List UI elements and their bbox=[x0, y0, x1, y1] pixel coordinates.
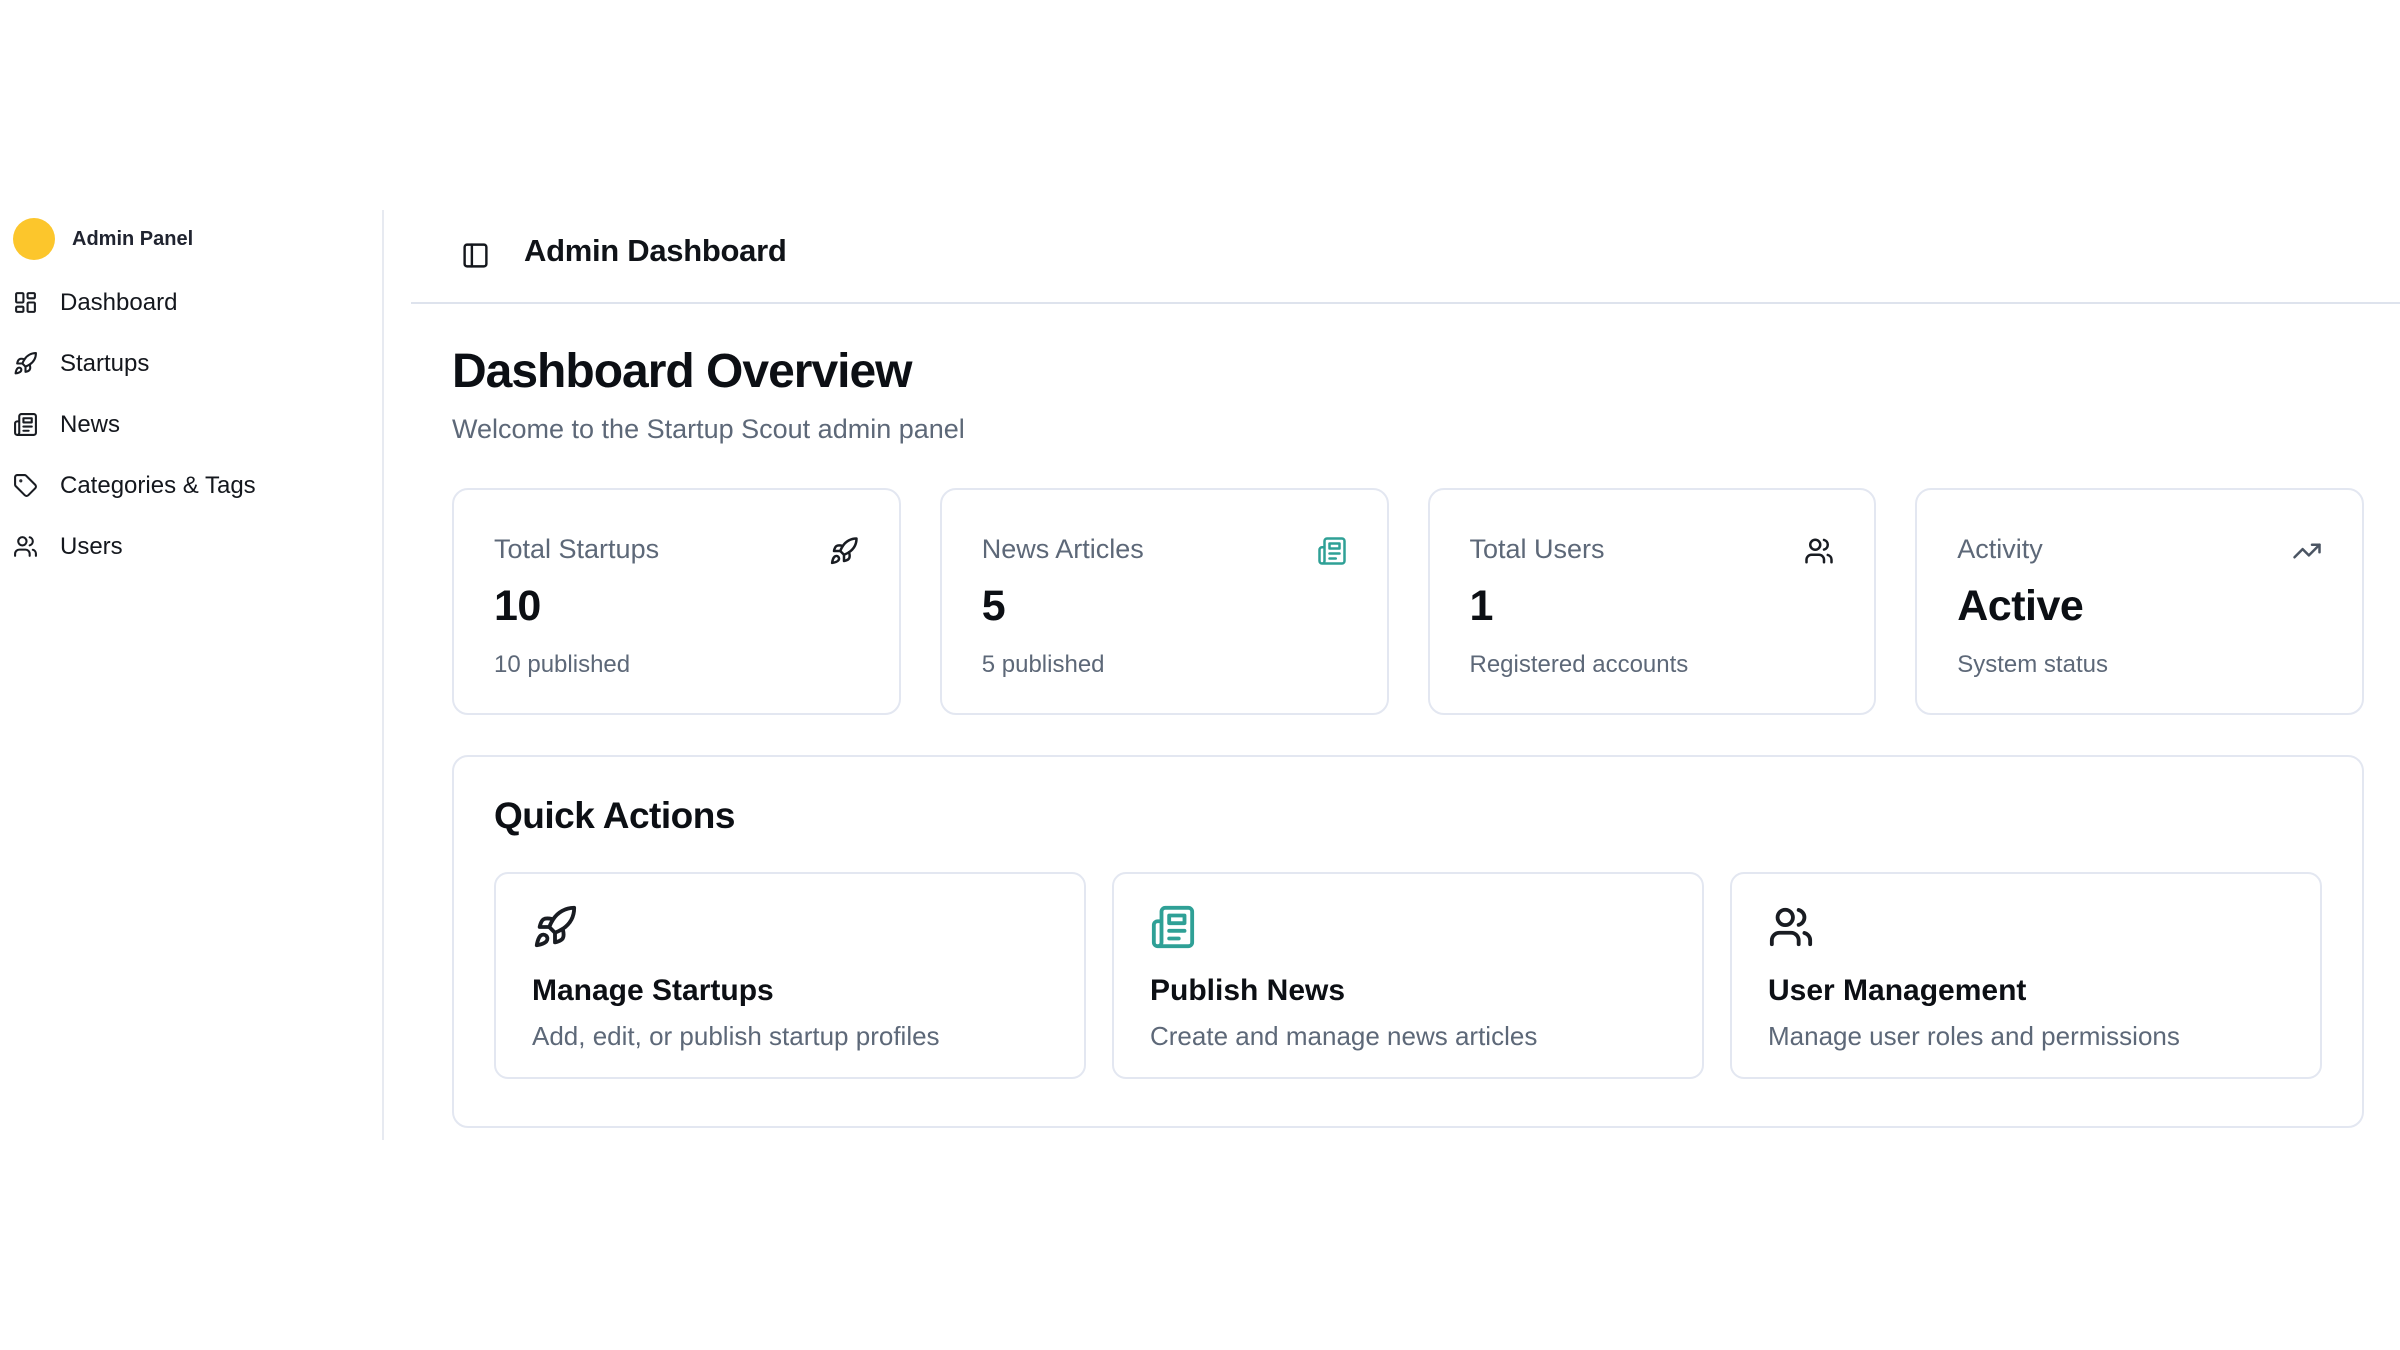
stat-card-total-users: Total Users 1 Registered accounts bbox=[1428, 488, 1877, 715]
stat-card-header: Activity bbox=[1957, 534, 2322, 566]
stat-card-activity: Activity Active System status bbox=[1915, 488, 2364, 715]
newspaper-icon bbox=[13, 412, 38, 437]
quick-action-title: Manage Startups bbox=[532, 974, 1048, 1008]
stat-label: Total Startups bbox=[494, 534, 659, 565]
stat-value: Active bbox=[1957, 582, 2322, 631]
stat-card-header: News Articles bbox=[982, 534, 1347, 566]
stat-label: Total Users bbox=[1470, 534, 1605, 565]
stat-label: Activity bbox=[1957, 534, 2043, 565]
quick-action-title: User Management bbox=[1768, 974, 2284, 1008]
stat-value: 1 bbox=[1470, 582, 1835, 631]
quick-action-description: Create and manage news articles bbox=[1150, 1021, 1666, 1052]
sidebar-item-label: News bbox=[60, 411, 120, 439]
quick-action-description: Add, edit, or publish startup profiles bbox=[532, 1021, 1048, 1052]
page-subtitle: Welcome to the Startup Scout admin panel bbox=[452, 414, 965, 445]
sidebar-item-startups[interactable]: Startups bbox=[13, 333, 382, 394]
stat-subtext: System status bbox=[1957, 651, 2322, 679]
quick-action-publish-news[interactable]: Publish News Create and manage news arti… bbox=[1112, 872, 1704, 1079]
stat-value: 5 bbox=[982, 582, 1347, 631]
rocket-icon bbox=[829, 536, 859, 566]
tag-icon bbox=[13, 473, 38, 498]
stat-value: 10 bbox=[494, 582, 859, 631]
stat-subtext: 10 published bbox=[494, 651, 859, 679]
stat-card-header: Total Startups bbox=[494, 534, 859, 566]
page-title: Dashboard Overview bbox=[452, 344, 912, 399]
sidebar-item-categories-tags[interactable]: Categories & Tags bbox=[13, 455, 382, 516]
brand-logo-circle bbox=[13, 218, 55, 260]
quick-action-user-management[interactable]: User Management Manage user roles and pe… bbox=[1730, 872, 2322, 1079]
stat-subtext: Registered accounts bbox=[1470, 651, 1835, 679]
quick-actions-title: Quick Actions bbox=[494, 795, 2322, 837]
sidebar-item-label: Users bbox=[60, 533, 123, 561]
users-icon bbox=[13, 534, 38, 559]
sidebar-toggle-button[interactable] bbox=[461, 238, 495, 272]
users-icon bbox=[1768, 904, 1814, 950]
brand-name: Admin Panel bbox=[72, 228, 193, 251]
stat-card-header: Total Users bbox=[1470, 534, 1835, 566]
stat-label: News Articles bbox=[982, 534, 1144, 565]
quick-action-title: Publish News bbox=[1150, 974, 1666, 1008]
quick-action-manage-startups[interactable]: Manage Startups Add, edit, or publish st… bbox=[494, 872, 1086, 1079]
panel-left-icon bbox=[461, 241, 490, 270]
rocket-icon bbox=[532, 904, 578, 950]
sidebar: Admin Panel Dashboard Startups News Cate… bbox=[0, 210, 384, 1140]
stat-card-total-startups: Total Startups 10 10 published bbox=[452, 488, 901, 715]
sidebar-item-label: Categories & Tags bbox=[60, 472, 256, 500]
admin-dashboard-page: Admin Panel Dashboard Startups News Cate… bbox=[0, 0, 2400, 1350]
quick-actions-grid: Manage Startups Add, edit, or publish st… bbox=[494, 872, 2322, 1079]
stat-card-news-articles: News Articles 5 5 published bbox=[940, 488, 1389, 715]
header-divider bbox=[411, 302, 2400, 304]
quick-actions-panel: Quick Actions Manage Startups Add, edit,… bbox=[452, 755, 2364, 1128]
sidebar-item-users[interactable]: Users bbox=[13, 516, 382, 577]
stats-row: Total Startups 10 10 published News Arti… bbox=[452, 488, 2364, 715]
sidebar-item-label: Startups bbox=[60, 350, 149, 378]
newspaper-icon bbox=[1317, 536, 1347, 566]
layout-dashboard-icon bbox=[13, 290, 38, 315]
rocket-icon bbox=[13, 351, 38, 376]
newspaper-icon bbox=[1150, 904, 1196, 950]
stat-subtext: 5 published bbox=[982, 651, 1347, 679]
brand: Admin Panel bbox=[13, 210, 382, 268]
users-icon bbox=[1804, 536, 1834, 566]
page-header-title: Admin Dashboard bbox=[524, 233, 786, 269]
sidebar-item-label: Dashboard bbox=[60, 289, 177, 317]
sidebar-item-news[interactable]: News bbox=[13, 394, 382, 455]
sidebar-nav: Dashboard Startups News Categories & Tag… bbox=[13, 272, 382, 577]
quick-action-description: Manage user roles and permissions bbox=[1768, 1021, 2284, 1052]
sidebar-item-dashboard[interactable]: Dashboard bbox=[13, 272, 382, 333]
trending-up-icon bbox=[2292, 536, 2322, 566]
